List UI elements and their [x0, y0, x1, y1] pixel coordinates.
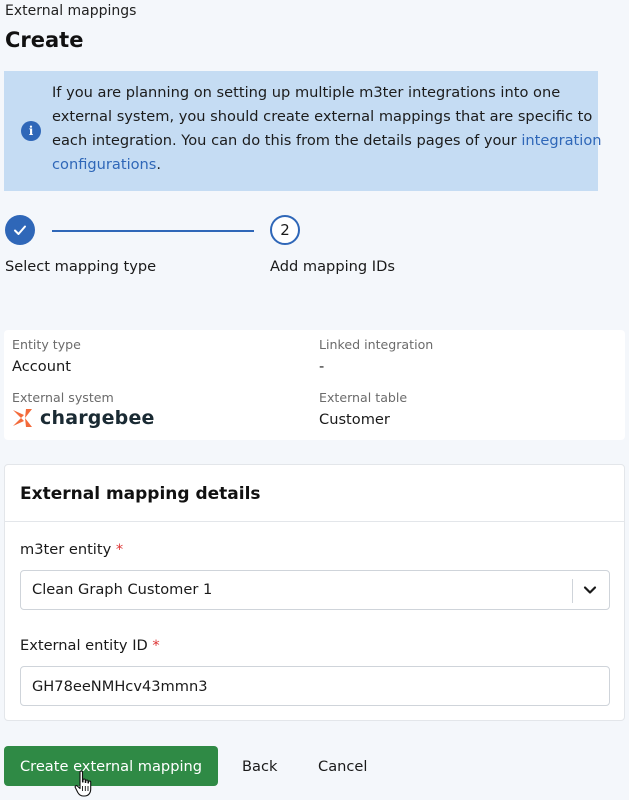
required-marker: * [115, 541, 124, 558]
chargebee-icon [13, 409, 32, 427]
linked-integration-value: - [319, 358, 325, 375]
banner-text: If you are planning on setting up multip… [52, 81, 612, 177]
m3ter-entity-select[interactable]: Clean Graph Customer 1 [20, 570, 610, 610]
info-icon: i [21, 121, 41, 141]
external-entity-id-label: External entity ID * [20, 637, 160, 654]
mapping-summary: Entity type Account Linked integration -… [4, 330, 625, 440]
breadcrumb[interactable]: External mappings [5, 3, 136, 19]
step-connector [52, 230, 254, 232]
step-1-label: Select mapping type [5, 258, 157, 275]
external-entity-id-input[interactable] [20, 666, 610, 706]
banner-message: If you are planning on setting up multip… [52, 84, 593, 149]
cancel-button[interactable]: Cancel [318, 746, 367, 786]
m3ter-entity-label-text: m3ter entity [20, 541, 112, 558]
step-1-complete [5, 215, 35, 245]
card-header: External mapping details [5, 465, 624, 522]
entity-type-label: Entity type [12, 337, 81, 352]
create-external-mapping-button[interactable]: Create external mapping [4, 746, 218, 786]
select-divider [572, 579, 573, 603]
external-system-label: External system [12, 390, 114, 405]
external-entity-id-label-text: External entity ID [20, 637, 148, 654]
linked-integration-label: Linked integration [319, 337, 434, 352]
m3ter-entity-value: Clean Graph Customer 1 [32, 581, 213, 598]
step-2-label: Add mapping IDs [270, 258, 395, 275]
chargebee-wordmark: chargebee [40, 407, 155, 429]
external-table-value: Customer [319, 411, 390, 428]
hand-pointer-icon [74, 770, 92, 797]
external-mapping-details-card: External mapping details m3ter entity * … [4, 464, 625, 721]
step-2-current: 2 [270, 215, 300, 245]
back-button[interactable]: Back [242, 746, 277, 786]
info-banner: i If you are planning on setting up mult… [4, 71, 602, 191]
chargebee-logo: chargebee [12, 407, 155, 429]
external-table-label: External table [319, 390, 408, 405]
chevron-down-icon[interactable] [580, 580, 600, 600]
entity-type-value: Account [12, 358, 71, 375]
required-marker: * [152, 637, 160, 654]
step-number: 2 [280, 221, 290, 239]
page-title: Create [5, 28, 84, 52]
card-title: External mapping details [20, 484, 261, 504]
check-icon [14, 225, 26, 235]
banner-suffix: . [156, 156, 162, 173]
m3ter-entity-label: m3ter entity * [20, 541, 123, 558]
